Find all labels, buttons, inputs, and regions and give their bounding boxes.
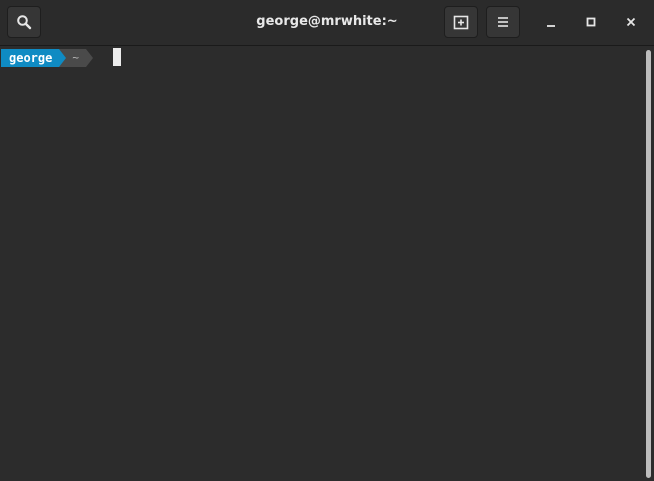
- prompt-directory-segment: ~: [66, 49, 86, 67]
- search-icon: [16, 14, 32, 30]
- terminal-content[interactable]: george ~: [0, 46, 654, 481]
- close-icon: [625, 13, 637, 32]
- prompt-user-segment: george: [1, 49, 60, 67]
- text-cursor: [113, 48, 121, 66]
- close-button[interactable]: [619, 9, 643, 35]
- header-bar: george@mrwhite:~: [0, 0, 654, 46]
- minimize-icon: [545, 13, 557, 32]
- menu-button[interactable]: [486, 6, 520, 38]
- new-tab-icon: [453, 14, 469, 30]
- minimize-button[interactable]: [539, 9, 563, 35]
- maximize-icon: [585, 13, 597, 32]
- search-button[interactable]: [7, 6, 41, 38]
- vertical-scrollbar[interactable]: [646, 50, 651, 478]
- shell-prompt: george ~: [1, 49, 93, 67]
- terminal-window: george@mrwhite:~ george ~: [0, 0, 654, 481]
- window-title: george@mrwhite:~: [256, 14, 398, 29]
- maximize-button[interactable]: [579, 9, 603, 35]
- prompt-end-arrow: [85, 49, 93, 67]
- new-tab-button[interactable]: [444, 6, 478, 38]
- hamburger-menu-icon: [496, 15, 510, 29]
- prompt-separator-arrow: [59, 49, 67, 67]
